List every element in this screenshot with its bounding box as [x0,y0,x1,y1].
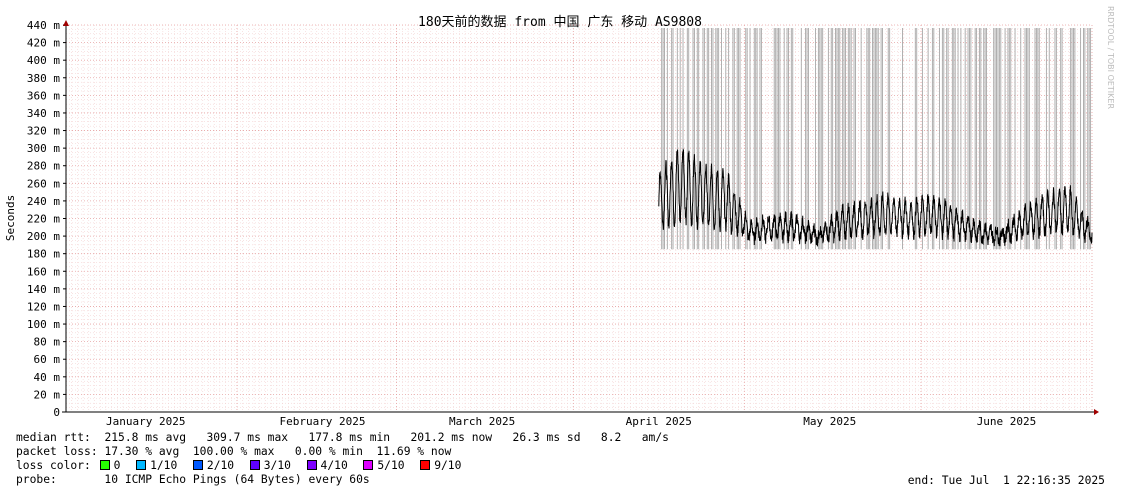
y-tick-label: 40 m [34,371,61,384]
loss-color-label: loss color: [16,459,91,472]
x-tick-label: June 2025 [977,415,1037,428]
y-tick-label: 120 m [27,300,60,313]
latency-chart: 0 20 m 40 m 60 m 80 m 100 m 120 m 140 m 160 m 180… [4,6,1115,428]
loss-color-swatch-label: 2/10 [206,459,241,472]
x-tick-label: May 2025 [803,415,856,428]
loss-color-swatch [192,460,203,470]
probe-value: 10 ICMP Echo Pings (64 Bytes) every 60s [104,473,370,486]
loss-color-legend: 0 1/10 2/10 3/10 4/10 5/10 9/10 [91,459,468,472]
loss-color-swatch [249,460,260,470]
loss-color-swatch-label: 3/10 [263,459,298,472]
loss-values: 17.30 % avg 100.00 % max 0.00 % min 11.6… [104,445,452,458]
y-axis-ticks: 0 20 m 40 m 60 m 80 m 100 m 120 m 140 m 160 m 180… [27,19,66,419]
y-tick-label: 180 m [27,248,60,261]
y-tick-label: 0 [53,406,60,419]
y-tick-label: 240 m [27,195,60,208]
loss-color-swatch [363,460,374,470]
x-axis-labels: January 2025 February 2025 March 2025 April… [106,415,1036,428]
x-tick-label: April 2025 [626,415,692,428]
median-label: median rtt: [16,431,91,444]
y-tick-label: 80 m [34,336,61,349]
stats-median: median rtt: 215.8 ms avg 309.7 ms max 17… [16,431,669,445]
end-time: end: Tue Jul 1 22:16:35 2025 [907,474,1105,487]
y-tick-label: 360 m [27,89,60,102]
y-tick-label: 20 m [34,388,61,401]
probe-label: probe: [16,473,57,486]
loss-color-item: 4/10 [298,459,355,472]
y-tick-label: 320 m [27,125,60,138]
loss-color-swatch-label: 0 [113,459,128,472]
loss-color-swatch-label: 5/10 [377,459,412,472]
y-tick-label: 260 m [27,177,60,190]
loss-color-item: 3/10 [241,459,298,472]
loss-color-swatch [420,460,431,470]
loss-color-swatch-label: 9/10 [434,459,469,472]
rrdtool-credit: RRDTOOL / TOBI OETIKER [1106,6,1115,109]
loss-color-swatch [306,460,317,470]
y-tick-label: 60 m [34,353,61,366]
y-tick-label: 340 m [27,107,60,120]
loss-color-item: 9/10 [411,459,468,472]
x-tick-label: February 2025 [279,415,365,428]
loss-color-item: 1/10 [127,459,184,472]
x-axis-arrow [1094,409,1099,415]
y-tick-label: 200 m [27,230,60,243]
stats-loss-colors: loss color: 0 1/10 2/10 3/10 4/10 5/10 9… [16,459,468,473]
loss-color-item: 0 [91,459,127,472]
y-tick-label: 300 m [27,142,60,155]
y-tick-label: 400 m [27,54,60,67]
y-tick-label: 440 m [27,19,60,32]
stats-probe: probe: 10 ICMP Echo Pings (64 Bytes) eve… [16,473,370,487]
y-tick-label: 380 m [27,72,60,85]
y-tick-label: 160 m [27,265,60,278]
x-tick-label: January 2025 [106,415,185,428]
y-tick-label: 420 m [27,37,60,50]
y-tick-label: 140 m [27,283,60,296]
loss-color-swatch [136,460,147,470]
x-tick-label: March 2025 [449,415,515,428]
y-axis-arrow [63,20,69,26]
stats-loss: packet loss: 17.30 % avg 100.00 % max 0.… [16,445,451,459]
y-axis-title: Seconds [4,195,17,241]
loss-color-swatch-label: 4/10 [320,459,355,472]
median-values: 215.8 ms avg 309.7 ms max 177.8 ms min 2… [104,431,669,444]
loss-label: packet loss: [16,445,98,458]
y-tick-label: 100 m [27,318,60,331]
y-tick-label: 220 m [27,213,60,226]
loss-color-item: 5/10 [355,459,412,472]
chart-title: 180天前的数据 from 中国 广东 移动 AS9808 [418,14,702,30]
y-tick-label: 280 m [27,160,60,173]
loss-color-swatch-label: 1/10 [150,459,185,472]
loss-color-swatch [99,460,110,470]
loss-color-item: 2/10 [184,459,241,472]
